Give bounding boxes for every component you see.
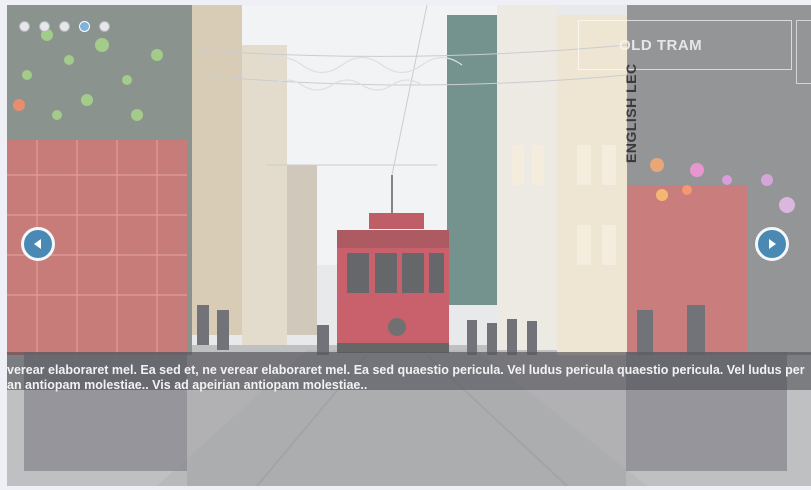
arrow-left-icon <box>34 239 41 249</box>
prev-slide-button[interactable] <box>21 227 55 261</box>
caption-line-1: verear elaboraret mel. Ea sed et, ne ver… <box>7 363 805 377</box>
caption-line-2: an antiopam molestiae.. Vis ad apeirian … <box>7 378 368 392</box>
image-slider[interactable]: OLD TRAM ENGLISH LEC verear elaboraret m… <box>7 5 811 486</box>
slide-photo <box>7 5 811 486</box>
slide-dot-2[interactable] <box>39 21 50 32</box>
next-slide-button[interactable] <box>755 227 789 261</box>
arrow-right-icon <box>769 239 776 249</box>
slide-dot-5[interactable] <box>99 21 110 32</box>
slide-caption: verear elaboraret mel. Ea sed et, ne ver… <box>7 363 807 393</box>
slide-indicators <box>19 21 110 32</box>
tile-frame-edge <box>796 20 811 84</box>
slide-dot-1[interactable] <box>19 21 30 32</box>
vertical-tile-label: ENGLISH LEC <box>623 63 639 163</box>
tile-title-box[interactable]: OLD TRAM <box>578 20 792 70</box>
slide-dot-4[interactable] <box>79 21 90 32</box>
slide-dot-3[interactable] <box>59 21 70 32</box>
